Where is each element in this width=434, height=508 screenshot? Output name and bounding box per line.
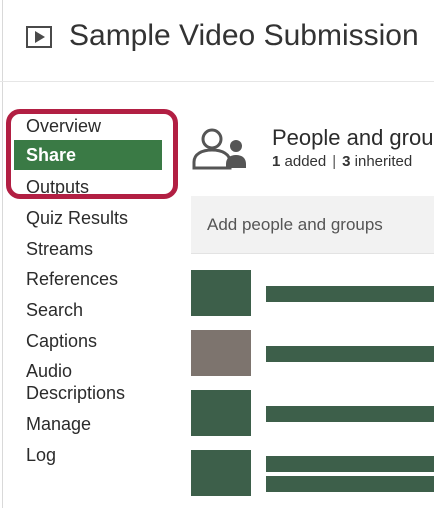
sidebar-item-streams[interactable]: Streams xyxy=(26,238,93,260)
avatar xyxy=(191,330,251,376)
video-play-icon xyxy=(26,26,52,48)
avatar xyxy=(191,270,251,316)
sidebar-item-search[interactable]: Search xyxy=(26,299,83,321)
sidebar-item-outputs[interactable]: Outputs xyxy=(26,176,89,198)
page: Sample Video Submission Overview Share O… xyxy=(0,0,434,508)
section-title: People and groups xyxy=(272,125,434,150)
member-name-redacted xyxy=(266,286,434,302)
sidebar-item-log[interactable]: Log xyxy=(26,444,56,466)
member-row[interactable] xyxy=(191,330,434,378)
member-name-redacted xyxy=(266,406,434,422)
header: Sample Video Submission xyxy=(0,0,434,80)
header-divider xyxy=(0,81,434,82)
share-counts: 1 added | 3 inherited xyxy=(272,152,412,172)
added-count: 1 xyxy=(272,153,281,170)
sidebar-item-manage[interactable]: Manage xyxy=(26,413,91,435)
sidebar-item-captions[interactable]: Captions xyxy=(26,330,97,352)
add-people-input[interactable] xyxy=(191,196,434,254)
member-detail-redacted xyxy=(266,476,434,492)
added-label: added xyxy=(284,153,327,170)
inherited-label: inherited xyxy=(354,153,413,170)
sidebar-item-quiz-results[interactable]: Quiz Results xyxy=(26,207,128,229)
page-title: Sample Video Submission xyxy=(69,19,419,52)
sidebar-item-overview[interactable]: Overview xyxy=(26,115,101,137)
people-icon xyxy=(192,128,246,170)
avatar xyxy=(191,390,251,436)
inherited-count: 3 xyxy=(342,153,351,170)
count-separator: | xyxy=(332,153,337,170)
sidebar-item-references[interactable]: References xyxy=(26,268,118,290)
member-name-redacted xyxy=(266,456,434,472)
member-row[interactable] xyxy=(191,450,434,498)
member-name-redacted xyxy=(266,346,434,362)
member-row[interactable] xyxy=(191,390,434,438)
avatar xyxy=(191,450,251,496)
member-row[interactable] xyxy=(191,270,434,318)
sidebar-item-share[interactable]: Share xyxy=(14,140,162,170)
sidebar-item-audio-descriptions[interactable]: Audio Descriptions xyxy=(26,360,136,404)
